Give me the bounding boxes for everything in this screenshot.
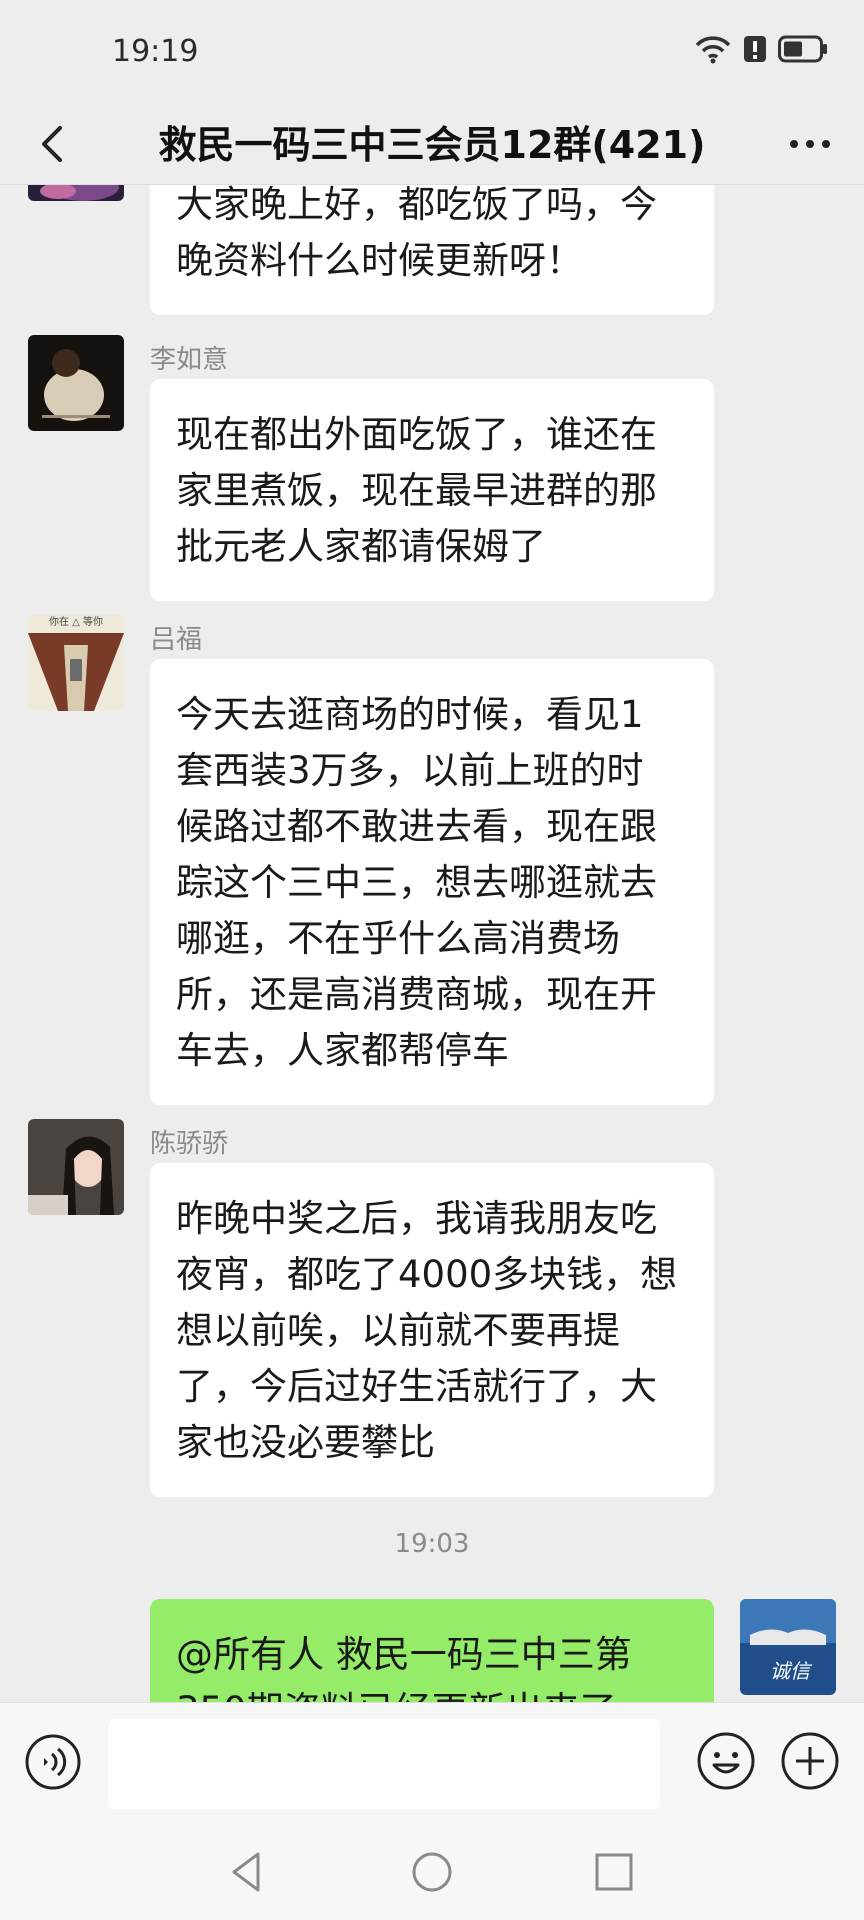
chevron-left-icon[interactable] <box>28 118 80 170</box>
sender-name: 陈骄骄 <box>150 1129 229 1159</box>
status-time: 19:19 <box>112 34 199 69</box>
voice-icon[interactable] <box>24 1733 82 1791</box>
message-bubble[interactable]: 大家晚上好，都吃饭了吗，今 晚资料什么时候更新呀！ <box>150 185 714 315</box>
battery-icon <box>778 35 827 63</box>
my-avatar[interactable]: 诚信 <box>740 1599 836 1695</box>
chat-header: 救民一码三中三会员12群(421) <box>0 104 864 185</box>
avatar-caption: 你在 △ 等你 <box>28 615 124 631</box>
status-bar: 19:19 <box>0 0 864 104</box>
avatar[interactable] <box>28 1119 124 1215</box>
avatar[interactable] <box>28 185 124 201</box>
plus-icon[interactable] <box>780 1731 840 1791</box>
my-message-bubble[interactable]: @所有人 救民一码三中三第 350期资料已经更新出来了 <box>150 1599 714 1702</box>
more-dots-icon[interactable] <box>784 118 836 170</box>
status-icons <box>694 34 828 64</box>
chat-title: 救民一码三中三会员12群(421) <box>158 123 706 167</box>
message-bubble[interactable]: 今天去逛商场的时候，看见1 套西装3万多，以前上班的时 候路过都不敢进去看，现在… <box>150 659 714 1105</box>
avatar-caption: 诚信 <box>770 1659 810 1683</box>
sender-name: 李如意 <box>150 345 229 375</box>
home-circle-icon[interactable] <box>406 1846 458 1898</box>
sender-name: 吕福 <box>150 625 203 655</box>
avatar[interactable]: 你在 △ 等你 <box>28 615 124 711</box>
emoji-icon[interactable] <box>696 1731 756 1791</box>
message-bubble[interactable]: 昨晚中奖之后，我请我朋友吃 夜宵，都吃了4000多块钱，想 想以前唉，以前就不要… <box>150 1163 714 1497</box>
system-nav-bar <box>0 1824 864 1920</box>
message-input[interactable] <box>108 1719 660 1809</box>
avatar[interactable] <box>28 335 124 431</box>
recents-square-icon[interactable] <box>588 1846 640 1898</box>
alert-icon <box>744 36 766 62</box>
wifi-icon <box>695 36 731 64</box>
back-triangle-icon[interactable] <box>222 1846 274 1898</box>
message-bubble[interactable]: 现在都出外面吃饭了，谁还在 家里煮饭，现在最早进群的那 批元老人家都请保姆了 <box>150 379 714 601</box>
chat-messages[interactable]: 大家晚上好，都吃饭了吗，今 晚资料什么时候更新呀！ 李如意 现在都出外面吃饭了，… <box>0 185 864 1702</box>
input-bar <box>0 1702 864 1825</box>
time-separator: 19:03 <box>394 1529 470 1559</box>
